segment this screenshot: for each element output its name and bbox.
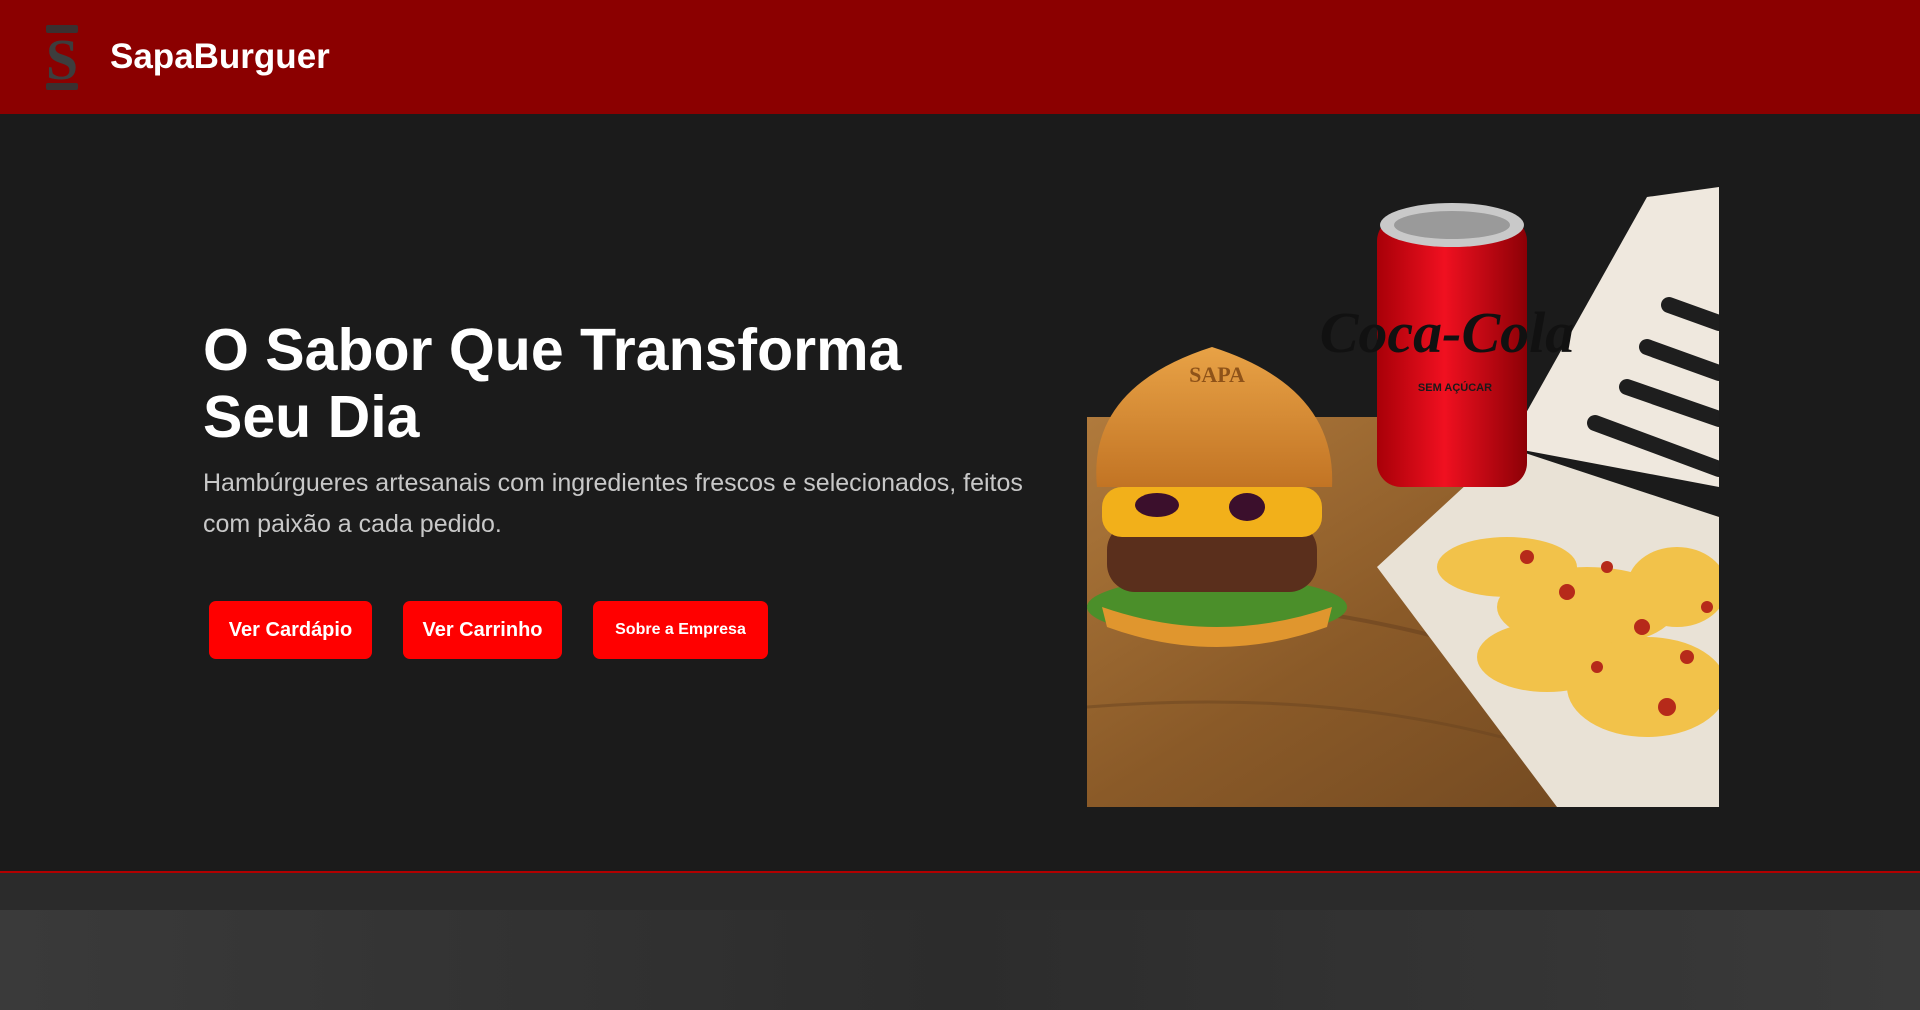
hero-subtitle: Hambúrgueres artesanais com ingredientes… (203, 469, 1023, 538)
svg-text:SAPA: SAPA (1189, 362, 1245, 387)
section-band (0, 873, 1920, 910)
hero-title-line2: Seu Dia (203, 384, 420, 450)
sapa-logo-icon[interactable]: S (40, 21, 84, 93)
can-subtext: SEM AÇÚCAR (1418, 381, 1492, 394)
svg-text:S: S (46, 27, 78, 92)
hero-title: O Sabor Que Transforma Seu Dia (203, 317, 1023, 451)
hero-text-block: O Sabor Que Transforma Seu Dia Hambúrgue… (203, 317, 1023, 545)
next-section (0, 910, 1920, 1010)
site-header: S SapaBurguer (0, 0, 1920, 114)
hero-buttons: Ver Cardápio Ver Carrinho Sobre a Empres… (209, 601, 768, 659)
hero-title-line1: O Sabor Que Transforma (203, 317, 902, 383)
can-brand-text: Coca-Cola (1320, 300, 1575, 365)
view-menu-button[interactable]: Ver Cardápio (209, 601, 372, 659)
brand-name[interactable]: SapaBurguer (110, 37, 330, 77)
view-cart-button[interactable]: Ver Carrinho (403, 601, 562, 659)
about-company-button[interactable]: Sobre a Empresa (593, 601, 768, 659)
burger-soda-fries-photo: Coca-Cola SEM AÇÚCAR SAPA (1086, 187, 1727, 807)
